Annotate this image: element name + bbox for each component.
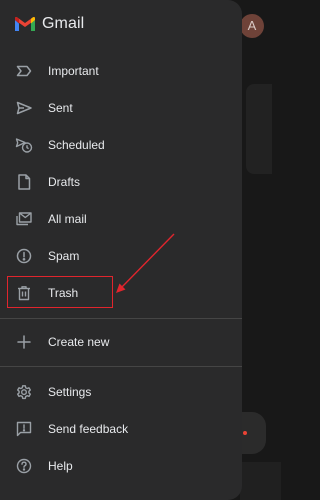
all-mail-icon (15, 210, 33, 228)
draft-icon (15, 173, 33, 191)
nav-item-label: Settings (48, 385, 92, 399)
gear-icon (15, 383, 33, 401)
nav-item-sent[interactable]: Sent (0, 90, 242, 126)
nav-item-label: Drafts (48, 175, 81, 189)
nav-item-label: Send feedback (48, 422, 129, 436)
nav-item-send-feedback[interactable]: Send feedback (0, 411, 242, 447)
compose-icon (243, 431, 247, 435)
brand-name: Gmail (42, 15, 85, 32)
drawer-divider (0, 366, 242, 367)
nav-item-label: Spam (48, 249, 80, 263)
help-icon (15, 457, 33, 475)
trash-highlight-box (7, 276, 113, 308)
feedback-icon (15, 420, 33, 438)
spam-icon (15, 247, 33, 265)
scheduled-icon (15, 136, 33, 154)
nav-item-important[interactable]: Important (0, 53, 242, 89)
nav-item-label: Create new (48, 335, 110, 349)
nav-item-label: Help (48, 459, 73, 473)
background-email-card (246, 84, 272, 174)
nav-item-settings[interactable]: Settings (0, 374, 242, 410)
send-icon (15, 99, 33, 117)
nav-item-label: Sent (48, 101, 73, 115)
gmail-screen: A Gmail Important Sent Scheduled Drafts … (0, 0, 281, 500)
nav-item-drafts[interactable]: Drafts (0, 164, 242, 200)
create-new-label-button[interactable]: Create new (0, 324, 242, 360)
nav-item-label: Important (48, 64, 99, 78)
nav-item-scheduled[interactable]: Scheduled (0, 127, 242, 163)
nav-item-spam[interactable]: Spam (0, 238, 242, 274)
account-avatar[interactable]: A (240, 14, 264, 38)
gmail-logo-icon (15, 17, 35, 31)
nav-item-label: Scheduled (48, 138, 105, 152)
nav-item-label: All mail (48, 212, 87, 226)
bottom-navigation-bar (240, 462, 281, 500)
drawer-divider (0, 318, 242, 319)
navigation-drawer: Gmail Important Sent Scheduled Drafts Al… (0, 0, 242, 500)
drawer-header: Gmail (14, 12, 84, 36)
important-icon (15, 62, 33, 80)
plus-icon (15, 333, 33, 351)
nav-item-help[interactable]: Help (0, 448, 242, 484)
nav-item-all-mail[interactable]: All mail (0, 201, 242, 237)
